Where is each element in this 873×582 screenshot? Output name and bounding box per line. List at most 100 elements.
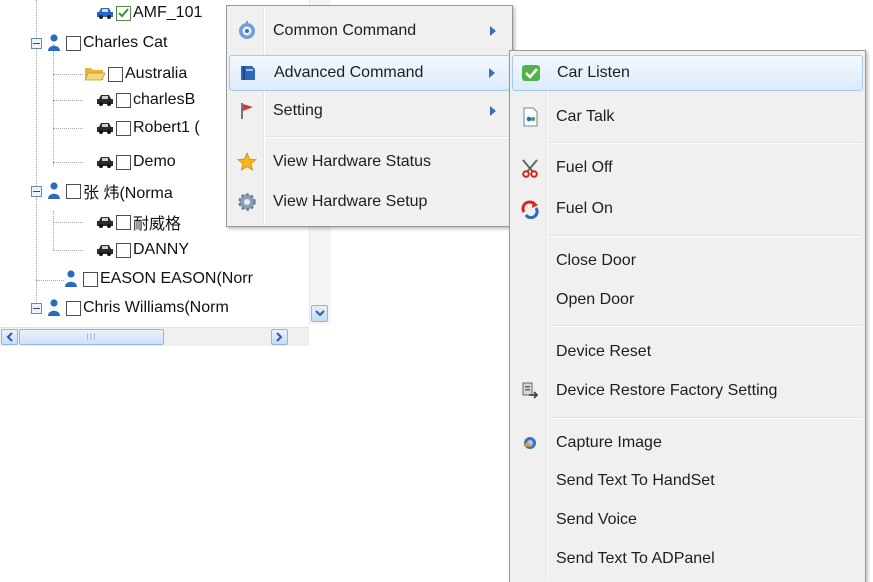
tree-item-label: AMF_101 [133,4,203,21]
menu-item-label: Device Reset [556,343,652,360]
user-icon [47,299,61,317]
tree-row-vehicle[interactable]: DANNY [96,239,189,261]
scroll-grip: III [86,332,97,342]
menu-item-close-door[interactable]: Close Door [512,243,863,279]
user-icon [64,270,78,288]
tree-row-vehicle[interactable]: Demo [96,151,176,173]
menu-item-device-reset[interactable]: Device Reset [512,334,863,370]
tree-item-label: 耐威格 [133,216,182,233]
car-icon [96,94,114,106]
menu-item-open-door[interactable]: Open Door [512,282,863,318]
menu-item-car-listen[interactable]: Car Listen [512,55,863,91]
camera-icon [520,433,540,453]
gear-blue-icon [237,21,257,41]
scroll-down-button[interactable] [311,305,328,322]
menu-item-label: Close Door [556,252,637,269]
menu-item-label: Send Text To HandSet [556,472,715,489]
menu-item-label: View Hardware Status [273,153,431,170]
tree-item-label: DANNY [133,241,190,258]
checkbox[interactable] [66,183,81,199]
folder-open-icon [84,66,106,82]
menu-item-view-hardware-status[interactable]: View Hardware Status [229,144,510,180]
checkbox[interactable] [108,66,123,82]
menu-item-label: Device Restore Factory Setting [556,382,778,399]
tree-guide [53,128,83,129]
menu-item-label: Common Command [273,22,417,39]
checkbox[interactable] [83,271,98,287]
collapse-icon[interactable] [31,185,42,197]
car-icon [96,244,114,256]
tree-row-user[interactable]: EASON EASON(Norr [64,268,253,290]
tree-row-vehicle[interactable]: 耐威格 [96,211,181,233]
checkbox-checked[interactable] [116,5,131,21]
menu-item-label: Setting [273,102,323,119]
tree-row-user[interactable]: Charles Cat [31,32,167,54]
horizontal-scrollbar[interactable]: III [0,327,309,346]
tree-row-vehicle[interactable]: charlesB [96,89,195,111]
menu-item-label: Car Listen [557,64,630,81]
menu-item-send-voice[interactable]: Send Voice [512,502,863,538]
menu-item-label: Open Door [556,291,635,308]
submenu-arrow-icon [489,68,495,78]
menu-item-label: Capture Image [556,434,662,451]
tree-row-folder[interactable]: Australia [84,63,187,85]
scroll-left-button[interactable] [1,329,18,345]
menu-separator [550,235,861,237]
menu-item-label: Advanced Command [274,64,424,81]
tree-row-vehicle[interactable]: AMF_101 [96,2,202,24]
tree-row-user[interactable]: Chris Williams(Norm [31,297,229,319]
flag-icon [237,101,257,121]
menu-item-label: Fuel On [556,200,613,217]
menu-separator [550,142,861,144]
menu-item-send-text-to-adpanel[interactable]: Send Text To ADPanel [512,541,863,577]
car-icon [96,122,114,134]
chevron-left-icon [6,332,13,342]
menu-item-label: Send Voice [556,511,637,528]
tree-item-label: EASON EASON(Norr [100,270,253,287]
chevron-down-icon [314,310,325,317]
tree-row-user[interactable]: 张 炜(Norma [31,180,173,202]
menu-item-send-text-to-handset[interactable]: Send Text To HandSet [512,463,863,499]
menu-item-common-command[interactable]: Common Command [229,13,510,49]
checkbox[interactable] [66,300,81,316]
submenu-arrow-icon [490,26,496,36]
menu-item-fuel-off[interactable]: Fuel Off [512,150,863,186]
gear-icon [237,192,257,212]
checkbox[interactable] [66,35,81,51]
tree-row-vehicle[interactable]: Robert1 ( [96,117,200,139]
tree-guide [53,222,83,223]
tree-guide [53,100,83,101]
menu-item-setting[interactable]: Setting [229,93,510,129]
checkbox[interactable] [116,214,131,230]
menu-item-car-talk[interactable]: Car Talk [512,99,863,135]
tree-guide [53,211,54,251]
menu-item-fuel-on[interactable]: Fuel On [512,191,863,227]
menu-item-advanced-command[interactable]: Advanced Command [229,55,510,91]
menu-item-label: View Hardware Setup [273,193,428,210]
tree-item-label: Chris Williams(Norm [83,299,229,316]
submenu-arrow-icon [490,106,496,116]
tree-item-label: Demo [133,153,176,170]
user-icon [47,182,61,200]
tree-item-label: Charles Cat [83,34,168,51]
menu-item-capture-image[interactable]: Capture Image [512,425,863,461]
checkbox[interactable] [116,242,131,258]
advanced-command-submenu: Car Listen Car Talk Fuel Off Fuel On Clo… [509,50,866,582]
scroll-right-button[interactable] [271,329,288,345]
car-icon [96,156,114,168]
checkbox[interactable] [116,92,131,108]
menu-separator [550,325,861,327]
tree-item-label: charlesB [133,91,196,108]
scroll-thumb[interactable]: III [19,329,164,345]
collapse-icon[interactable] [31,302,42,314]
tree-item-label: Robert1 ( [133,119,200,136]
menu-item-view-hardware-setup[interactable]: View Hardware Setup [229,184,510,220]
chevron-right-icon [276,332,283,342]
star-icon [237,152,257,172]
menu-separator [550,417,861,419]
book-icon [238,63,258,83]
collapse-icon[interactable] [31,37,42,49]
menu-item-device-restore-factory-setting[interactable]: Device Restore Factory Setting [512,373,863,409]
checkbox[interactable] [116,120,131,136]
checkbox[interactable] [116,154,131,170]
